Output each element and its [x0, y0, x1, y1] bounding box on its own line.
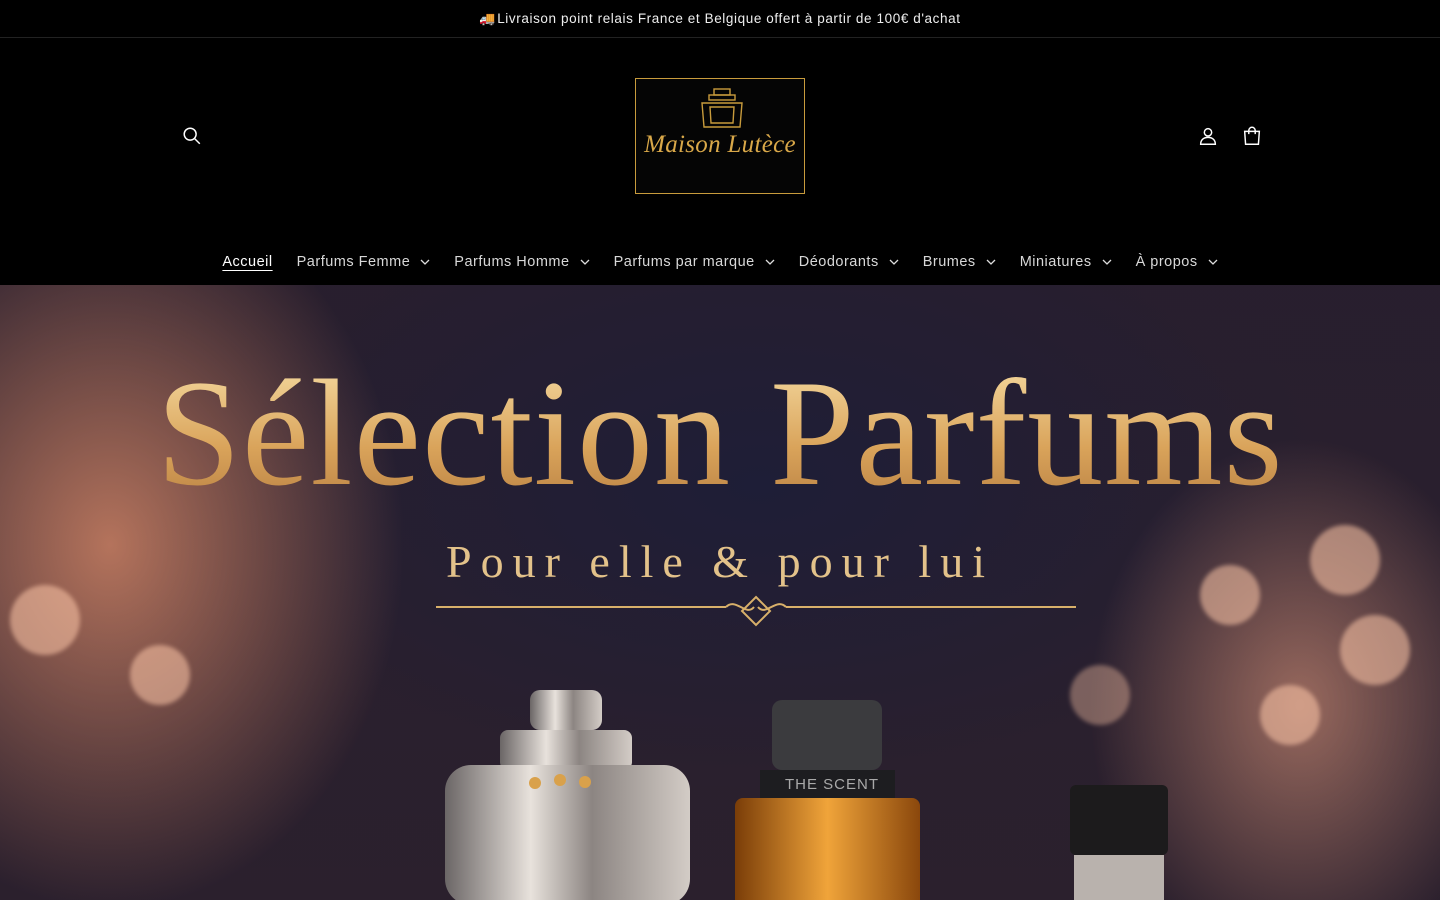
nav-item-a-propos[interactable]: À propos: [1124, 242, 1230, 282]
bokeh-light: [10, 585, 80, 655]
hero-banner[interactable]: Sélection Parfums Pour elle & pour lui T…: [0, 285, 1440, 900]
chevron-down-icon: [765, 259, 775, 265]
ornament-divider: [436, 595, 1076, 627]
nav-item-label: Brumes: [922, 254, 976, 270]
nav-item-deodorants[interactable]: Déodorants: [787, 242, 911, 282]
nav-item-label: Parfums Homme: [454, 254, 570, 270]
hero-title: Sélection Parfums: [0, 357, 1440, 509]
nav-item-parfums-femme[interactable]: Parfums Femme: [285, 242, 443, 282]
bokeh-light: [1260, 685, 1320, 745]
nav-item-label: Parfums Femme: [296, 254, 411, 270]
chevron-down-icon: [420, 259, 430, 265]
nav-item-label: À propos: [1135, 254, 1198, 270]
nav-item-parfums-par-marque[interactable]: Parfums par marque: [602, 242, 787, 282]
user-icon: [1199, 127, 1217, 145]
chevron-down-icon: [889, 259, 899, 265]
logo-text: Maison Lutèce: [644, 131, 796, 158]
account-button[interactable]: [1188, 116, 1228, 156]
perfume-bottle-amber-image: THE SCENT: [735, 700, 920, 900]
nav-item-brumes[interactable]: Brumes: [911, 242, 1008, 282]
chevron-down-icon: [1208, 259, 1218, 265]
chevron-down-icon: [580, 259, 590, 265]
site-logo[interactable]: Maison Lutèce: [635, 78, 805, 194]
site-header: Maison Lutèce Accueil Parfums Femme Parf…: [0, 39, 1440, 285]
perfume-bottle-logo-icon: [701, 88, 743, 128]
search-button[interactable]: [172, 116, 212, 156]
announcement-text: Livraison point relais France et Belgiqu…: [497, 11, 961, 26]
bag-icon: [1243, 126, 1261, 145]
main-nav: Accueil Parfums Femme Parfums Homme Parf…: [0, 239, 1440, 285]
search-icon: [183, 127, 201, 145]
bokeh-light: [1070, 665, 1130, 725]
nav-item-label: Déodorants: [798, 254, 879, 270]
hero-subtitle: Pour elle & pour lui: [446, 536, 994, 587]
nav-item-label: Miniatures: [1019, 254, 1092, 270]
announcement-bar: 🚚 Livraison point relais France et Belgi…: [0, 0, 1440, 38]
perfume-bottle-silver-image: [445, 690, 690, 900]
cart-button[interactable]: [1232, 116, 1272, 156]
nav-item-accueil[interactable]: Accueil: [210, 242, 284, 282]
bokeh-light: [130, 645, 190, 705]
nav-item-label: Parfums par marque: [613, 254, 755, 270]
nav-item-miniatures[interactable]: Miniatures: [1008, 242, 1124, 282]
truck-icon: 🚚: [479, 10, 497, 26]
chevron-down-icon: [1102, 259, 1112, 265]
nav-item-label: Accueil: [222, 254, 273, 270]
bottle-label: THE SCENT: [785, 776, 879, 793]
perfume-bottle-dark-image: [1070, 785, 1168, 900]
nav-item-parfums-homme[interactable]: Parfums Homme: [442, 242, 601, 282]
chevron-down-icon: [986, 259, 996, 265]
bokeh-light: [1340, 615, 1410, 685]
